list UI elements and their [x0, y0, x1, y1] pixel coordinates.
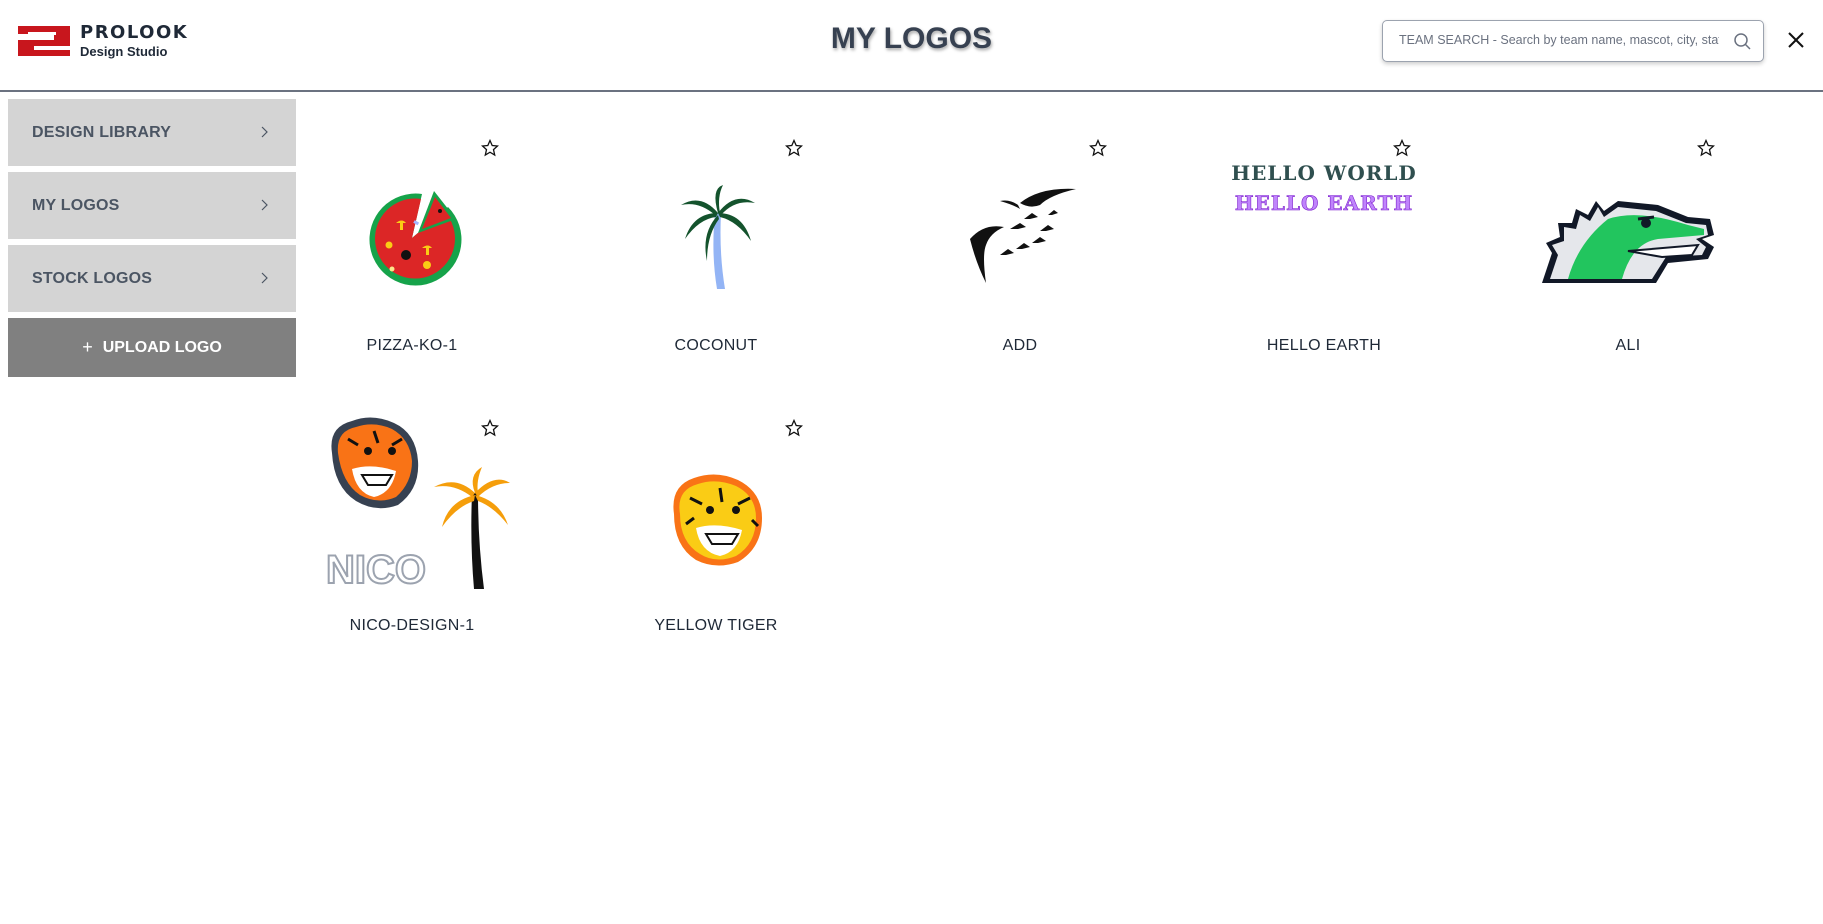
team-search-input[interactable] — [1399, 21, 1719, 59]
favorite-star-icon[interactable] — [785, 139, 803, 157]
sidebar-item-label: STOCK LOGOS — [32, 269, 153, 287]
logo-name: ALI — [1615, 337, 1641, 354]
logo-name: PIZZA-KO-1 — [366, 337, 458, 354]
team-search — [1382, 20, 1764, 62]
pizza-logo — [317, 173, 507, 303]
brand-name: PROLOOK — [80, 22, 189, 43]
app-header: PROLOOK Design Studio MY LOGOS — [0, 0, 1823, 92]
logo-card[interactable]: ADD — [868, 109, 1172, 379]
logo-name: YELLOW TIGER — [654, 617, 778, 634]
upload-logo-button[interactable]: + UPLOAD LOGO — [8, 318, 296, 377]
logo-name: ADD — [1002, 337, 1038, 354]
sidebar-item-stock-logos[interactable]: STOCK LOGOS — [8, 245, 296, 312]
brand-logo[interactable]: PROLOOK Design Studio — [16, 24, 188, 58]
logo-card[interactable]: NICO NICO-DESIGN-1 — [260, 389, 564, 659]
logo-grid: PIZZA-KO-1 COCONUT ADD HELLO WORLD HELLO… — [0, 0, 1823, 924]
brand-subtitle: Design Studio — [80, 44, 168, 59]
logo-name: HELLO EARTH — [1266, 337, 1382, 354]
logo-name: COCONUT — [674, 337, 758, 354]
logo-card[interactable]: HELLO WORLD HELLO EARTH HELLO EARTH — [1172, 109, 1476, 379]
favorite-star-icon[interactable] — [785, 419, 803, 437]
palm-tree-logo — [621, 173, 811, 303]
favorite-star-icon[interactable] — [1697, 139, 1715, 157]
sidebar: DESIGN LIBRARY MY LOGOS STOCK LOGOS + UP… — [8, 99, 296, 377]
upload-logo-label: UPLOAD LOGO — [102, 338, 222, 356]
logo-card[interactable]: ALI — [1476, 109, 1780, 379]
birds-logo — [925, 173, 1115, 303]
plus-icon: + — [82, 337, 93, 357]
logo-name: NICO-DESIGN-1 — [349, 617, 475, 634]
logo-card[interactable]: YELLOW TIGER — [564, 389, 868, 659]
alligator-logo — [1533, 173, 1723, 303]
search-icon[interactable] — [1733, 32, 1751, 50]
sidebar-item-design-library[interactable]: DESIGN LIBRARY — [8, 99, 296, 166]
prolook-logo-icon — [18, 26, 70, 56]
favorite-star-icon[interactable] — [1393, 139, 1411, 157]
hello-text-logo: HELLO WORLD HELLO EARTH — [1229, 163, 1419, 293]
logo-art-text: HELLO WORLD — [1231, 161, 1417, 185]
sidebar-item-label: MY LOGOS — [32, 196, 120, 214]
favorite-star-icon[interactable] — [1089, 139, 1107, 157]
close-icon[interactable] — [1784, 28, 1808, 52]
sidebar-item-my-logos[interactable]: MY LOGOS — [8, 172, 296, 239]
logo-art-text: HELLO EARTH — [1234, 191, 1414, 215]
sidebar-item-label: DESIGN LIBRARY — [32, 123, 172, 141]
logo-card[interactable]: PIZZA-KO-1 — [260, 109, 564, 379]
logo-art-text: NICO — [326, 548, 426, 592]
favorite-star-icon[interactable] — [481, 139, 499, 157]
tiger-palm-logo: NICO — [322, 413, 512, 593]
logo-card[interactable]: COCONUT — [564, 109, 868, 379]
yellow-tiger-logo — [621, 453, 811, 583]
